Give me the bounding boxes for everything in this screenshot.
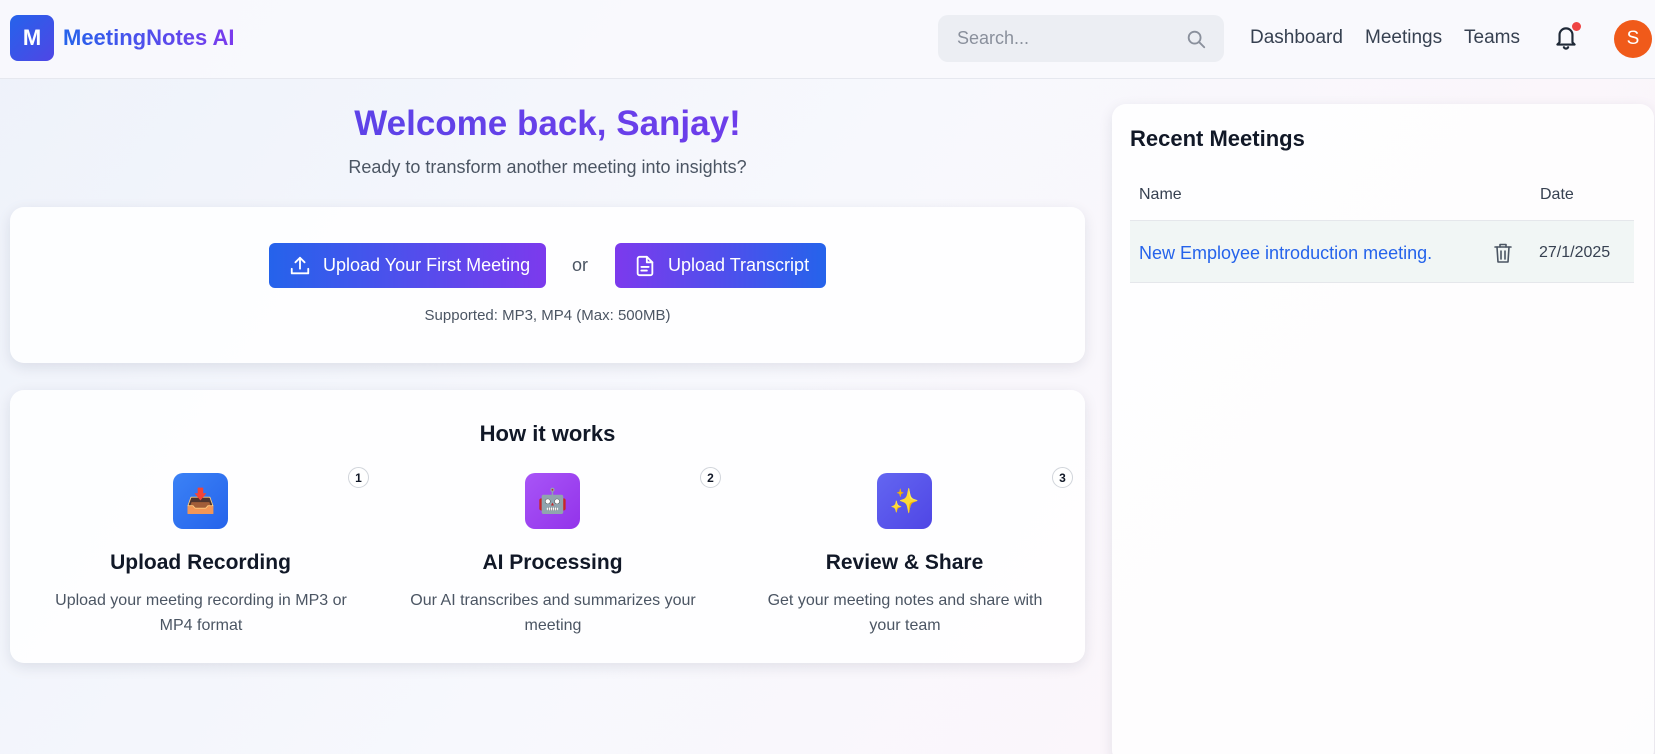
app-logo[interactable]: M (10, 15, 54, 61)
step-description: Get your meeting notes and share with yo… (767, 592, 1043, 634)
step-review-share: ✨ 3 Review & Share Get your meeting note… (737, 467, 1073, 653)
or-separator: or (572, 255, 589, 275)
meeting-name-link[interactable]: New Employee introduction meeting. (1139, 243, 1432, 264)
meeting-date: 27/1/2025 (1539, 244, 1611, 261)
step-title: AI Processing (482, 551, 623, 574)
step-ai-processing: 🤖 2 AI Processing Our AI transcribes and… (385, 467, 721, 653)
step-description: Upload your meeting recording in MP3 or … (55, 592, 347, 634)
step-description: Our AI transcribes and summarizes your m… (410, 592, 696, 634)
avatar-initial: S (1626, 28, 1640, 49)
supported-formats: Supported: MP3, MP4 (Max: 500MB) (424, 307, 671, 324)
table-row: New Employee introduction meeting. 27/1/… (1130, 221, 1634, 283)
step-number-badge: 1 (348, 467, 369, 488)
recent-meetings-panel: Recent Meetings Name Date New Employee i… (1112, 104, 1654, 754)
how-it-works-title: How it works (479, 421, 616, 446)
step-title: Upload Recording (110, 551, 291, 574)
step-number-badge: 2 (700, 467, 721, 488)
document-icon (636, 255, 654, 276)
step-number-badge: 3 (1052, 467, 1073, 488)
sparkles-icon: ✨ (877, 473, 932, 529)
upload-card: Upload Your First Meeting or Upload Tran… (10, 207, 1085, 363)
nav-teams[interactable]: Teams (1464, 27, 1520, 49)
app-name[interactable]: MeetingNotes AI (63, 25, 235, 51)
search-icon[interactable] (1185, 28, 1207, 50)
upload-meeting-label: Upload Your First Meeting (323, 255, 531, 275)
notification-dot (1572, 22, 1581, 31)
step-upload-recording: 📥 1 Upload Recording Upload your meeting… (33, 467, 369, 653)
nav-meetings[interactable]: Meetings (1365, 27, 1442, 49)
recent-meetings-title: Recent Meetings (1130, 126, 1305, 151)
how-it-works-card: How it works 📥 1 Upload Recording Upload… (10, 390, 1085, 663)
trash-icon[interactable] (1493, 242, 1513, 264)
upload-icon (290, 256, 310, 274)
search-input[interactable] (938, 15, 1178, 62)
column-header-name: Name (1139, 186, 1182, 203)
upload-meeting-button[interactable]: Upload Your First Meeting (269, 243, 546, 288)
top-bar: M MeetingNotes AI Dashboard Meetings Tea… (0, 0, 1655, 79)
upload-transcript-label: Upload Transcript (668, 255, 810, 275)
avatar[interactable]: S (1614, 20, 1652, 58)
nav-dashboard[interactable]: Dashboard (1250, 27, 1343, 49)
column-header-date: Date (1540, 186, 1574, 203)
inbox-tray-icon: 📥 (173, 473, 228, 529)
robot-icon: 🤖 (525, 473, 580, 529)
search-box (938, 15, 1224, 62)
upload-transcript-button[interactable]: Upload Transcript (615, 243, 826, 288)
welcome-subtitle: Ready to transform another meeting into … (348, 157, 747, 177)
logo-letter: M (22, 25, 42, 50)
step-title: Review & Share (825, 551, 984, 574)
welcome-title: Welcome back, Sanjay! (10, 104, 1085, 144)
